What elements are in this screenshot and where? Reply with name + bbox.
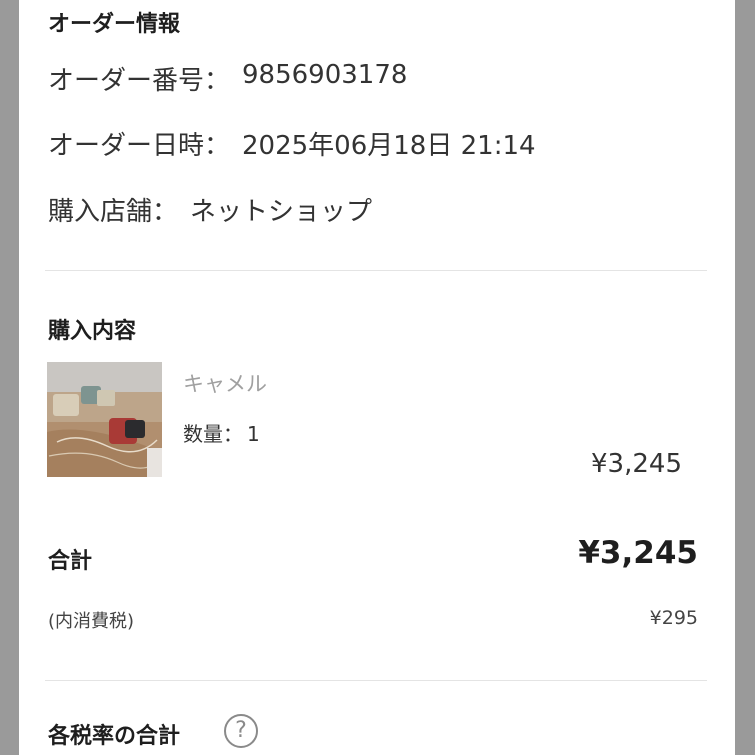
section-divider-2	[45, 680, 707, 681]
tax-value: ¥295	[649, 607, 698, 629]
order-detail-card: オーダー情報 オーダー番号： 9856903178 オーダー日時： 2025年0…	[19, 0, 735, 755]
product-thumbnail[interactable]	[47, 362, 162, 477]
total-label: 合計	[48, 549, 93, 574]
order-number-value: 9856903178	[242, 60, 408, 90]
order-info-heading: オーダー情報	[48, 12, 181, 37]
tax-label: (内消費税)	[48, 611, 135, 632]
product-variant: キャメル	[183, 372, 267, 396]
question-circle-icon[interactable]: ?	[224, 714, 258, 748]
order-date-value: 2025年06月18日 21:14	[242, 131, 536, 161]
order-date-row: オーダー日時： 2025年06月18日 21:14	[48, 125, 536, 162]
item-price: ¥3,245	[591, 449, 682, 479]
tax-rate-heading: 各税率の合計	[48, 724, 181, 749]
product-quantity-row: 数量： 1	[183, 418, 260, 447]
order-number-row: オーダー番号： 9856903178	[48, 60, 407, 97]
store-row: 購入店舗： ネットショップ	[48, 191, 372, 228]
product-photo-icon	[47, 362, 162, 477]
order-number-label: オーダー番号：	[48, 66, 231, 96]
quantity-value: 1	[247, 422, 260, 446]
section-divider	[45, 270, 707, 271]
total-value: ¥3,245	[578, 535, 698, 571]
store-label: 購入店舗：	[48, 197, 179, 227]
purchase-heading: 購入内容	[48, 319, 137, 344]
order-date-label: オーダー日時：	[48, 131, 231, 161]
quantity-label: 数量：	[183, 422, 243, 446]
store-value: ネットショップ	[190, 197, 373, 227]
